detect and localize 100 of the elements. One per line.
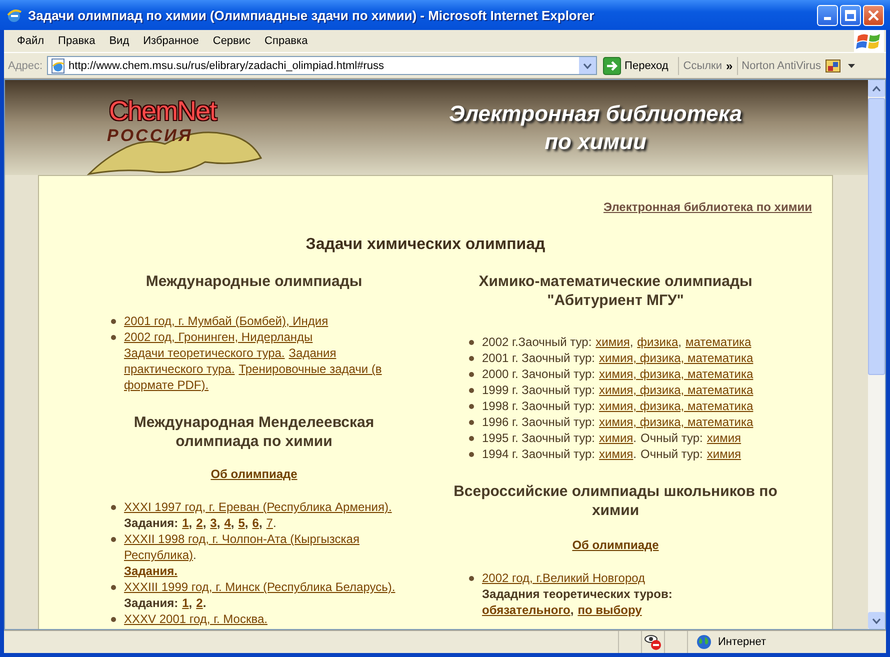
link[interactable]: практического тура. (124, 362, 235, 376)
link[interactable]: 2 (196, 516, 203, 530)
link[interactable]: 1 (182, 516, 189, 530)
bold-text: , (188, 596, 192, 610)
bold-text: . (202, 596, 206, 610)
item-text: . (633, 431, 636, 445)
item-text: . (633, 447, 636, 461)
link[interactable]: химия (599, 447, 634, 461)
link[interactable]: XXXI 1997 год, г. Ереван (Республика Армения). (124, 500, 392, 514)
link[interactable]: математика (685, 335, 752, 349)
item-text: 2002 г.Заочный тур: (482, 335, 592, 349)
address-label: Адрес: (8, 60, 43, 72)
item-text: , (630, 335, 634, 349)
link[interactable]: химия, физика, математика (599, 351, 754, 365)
bullet-icon (469, 404, 474, 409)
link[interactable]: 6 (252, 516, 259, 530)
link[interactable]: по выбору (578, 603, 642, 617)
bullet-icon (469, 372, 474, 377)
address-field[interactable]: http://www.chem.msu.su/rus/elibrary/zadachi_olimpiad.html#russ (46, 56, 597, 75)
maximize-button[interactable] (840, 4, 861, 26)
bullet-icon (111, 585, 116, 590)
close-button[interactable] (863, 4, 884, 26)
link[interactable]: XXXIII 1999 год, г. Минск (Республика Беларусь). (124, 580, 396, 594)
section-heading: Международные олимпиады (144, 272, 364, 291)
link[interactable]: химия (596, 335, 630, 349)
scroll-up-button[interactable] (868, 80, 885, 97)
link[interactable]: химия, физика, математика (599, 399, 754, 413)
bold-text: Задания: (124, 516, 178, 530)
link[interactable]: 4 (224, 516, 231, 530)
link[interactable]: 7 (266, 516, 273, 530)
chevron[interactable]: » (726, 58, 733, 72)
bold-text: , (216, 516, 220, 530)
link[interactable]: XXXII 1998 год, г. Чолпон-Ата (Кыргызская (124, 532, 360, 546)
bullet-icon (469, 576, 474, 581)
banner-title: Электронная библиотека (449, 100, 742, 126)
scroll-thumb[interactable] (868, 98, 885, 375)
link[interactable]: 2 (196, 596, 203, 610)
page-title: Задачи химических олимпиад (304, 236, 546, 254)
item-text: , (678, 335, 682, 349)
toolbar-label[interactable]: Norton AntiVirus (742, 60, 821, 72)
about-link[interactable]: Об олимпиаде (210, 467, 298, 481)
link[interactable]: Задания. (124, 564, 178, 578)
menu-item[interactable]: Сервис (206, 35, 258, 47)
bold-text: , (230, 516, 234, 530)
link[interactable]: 2002 год, г.Великий Новгород (482, 571, 646, 585)
bullet-icon (111, 319, 116, 324)
caret-icon (872, 618, 881, 624)
section-heading: Международная Менделеевская олимпиада по химии (132, 413, 376, 451)
link[interactable]: химия, физика, математика (599, 383, 754, 397)
link[interactable]: 5 (238, 516, 245, 530)
menu-item[interactable]: Справка (258, 35, 315, 47)
library-link[interactable]: Электронная библиотека по химии (603, 200, 812, 214)
maximize-icon (845, 10, 856, 20)
item-text: 1996 г. Заочный тур: (482, 415, 595, 429)
bullet-icon (469, 436, 474, 441)
logo-text: ChemNet (109, 96, 216, 126)
about-link[interactable]: Об олимпиаде (572, 538, 659, 552)
link[interactable]: химия, физика, математика (599, 415, 754, 429)
link[interactable]: Республика) (124, 548, 194, 562)
window-title: Задачи олимпиад по химии (Олимпиадные здачи по химии) - Microsoft Internet Explorer (28, 8, 596, 22)
scrollbar[interactable] (868, 80, 885, 629)
link[interactable]: 3 (210, 516, 217, 530)
bold-text: Зададния теоретических туров: (482, 587, 672, 601)
link[interactable]: 2002 год, Гронинген, Нидерланды (124, 330, 313, 344)
link[interactable]: химия (706, 447, 742, 461)
menu-item[interactable]: Вид (102, 35, 136, 47)
bullet-icon (469, 388, 474, 393)
caret-up-icon (872, 86, 881, 92)
link[interactable]: физика (637, 335, 678, 349)
url-text: http://www.chem.msu.su/rus/elibrary/zadachi_olimpiad.html#russ (68, 60, 386, 72)
banner-title: по химии (544, 128, 646, 154)
link[interactable]: формате PDF). (124, 378, 209, 392)
bullet-icon (111, 335, 116, 340)
link[interactable]: химия (599, 431, 634, 445)
link[interactable]: Тренировочные задачи (в (238, 362, 382, 376)
close-icon (868, 10, 879, 20)
bold-text: , (570, 603, 574, 617)
link[interactable]: 2001 год, г. Мумбай (Бомбей), Индия (124, 314, 328, 328)
bold-text: , (202, 516, 206, 530)
links-label[interactable]: Ссылки (683, 60, 722, 72)
privacy-icon (644, 633, 662, 651)
bold-text: , (258, 516, 262, 530)
link[interactable]: Задания (288, 346, 336, 360)
minimize-button[interactable] (817, 4, 838, 26)
menu-item[interactable]: Избранное (136, 35, 206, 47)
link[interactable]: химия, физика, математика (599, 367, 754, 381)
item-text: 1998 г. Заочный тур: (482, 399, 595, 413)
dropdown-button[interactable] (578, 57, 596, 74)
link[interactable]: Задачи теоретического тура. (124, 346, 285, 360)
item-text: . (272, 516, 276, 530)
link[interactable]: 1 (182, 596, 189, 610)
go-button[interactable]: Переход (600, 56, 674, 74)
menu-item[interactable]: Файл (10, 35, 52, 47)
link[interactable]: обязательного (482, 603, 570, 617)
item-text: 1994 г. Заочный тур: (482, 447, 595, 461)
link[interactable]: XXXV 2001 год, г. Москва. (124, 612, 268, 626)
scroll-down-button[interactable] (868, 612, 885, 629)
link[interactable]: химия (706, 431, 742, 445)
menu-item[interactable]: Правка (51, 35, 102, 47)
bullet-icon (111, 617, 116, 622)
